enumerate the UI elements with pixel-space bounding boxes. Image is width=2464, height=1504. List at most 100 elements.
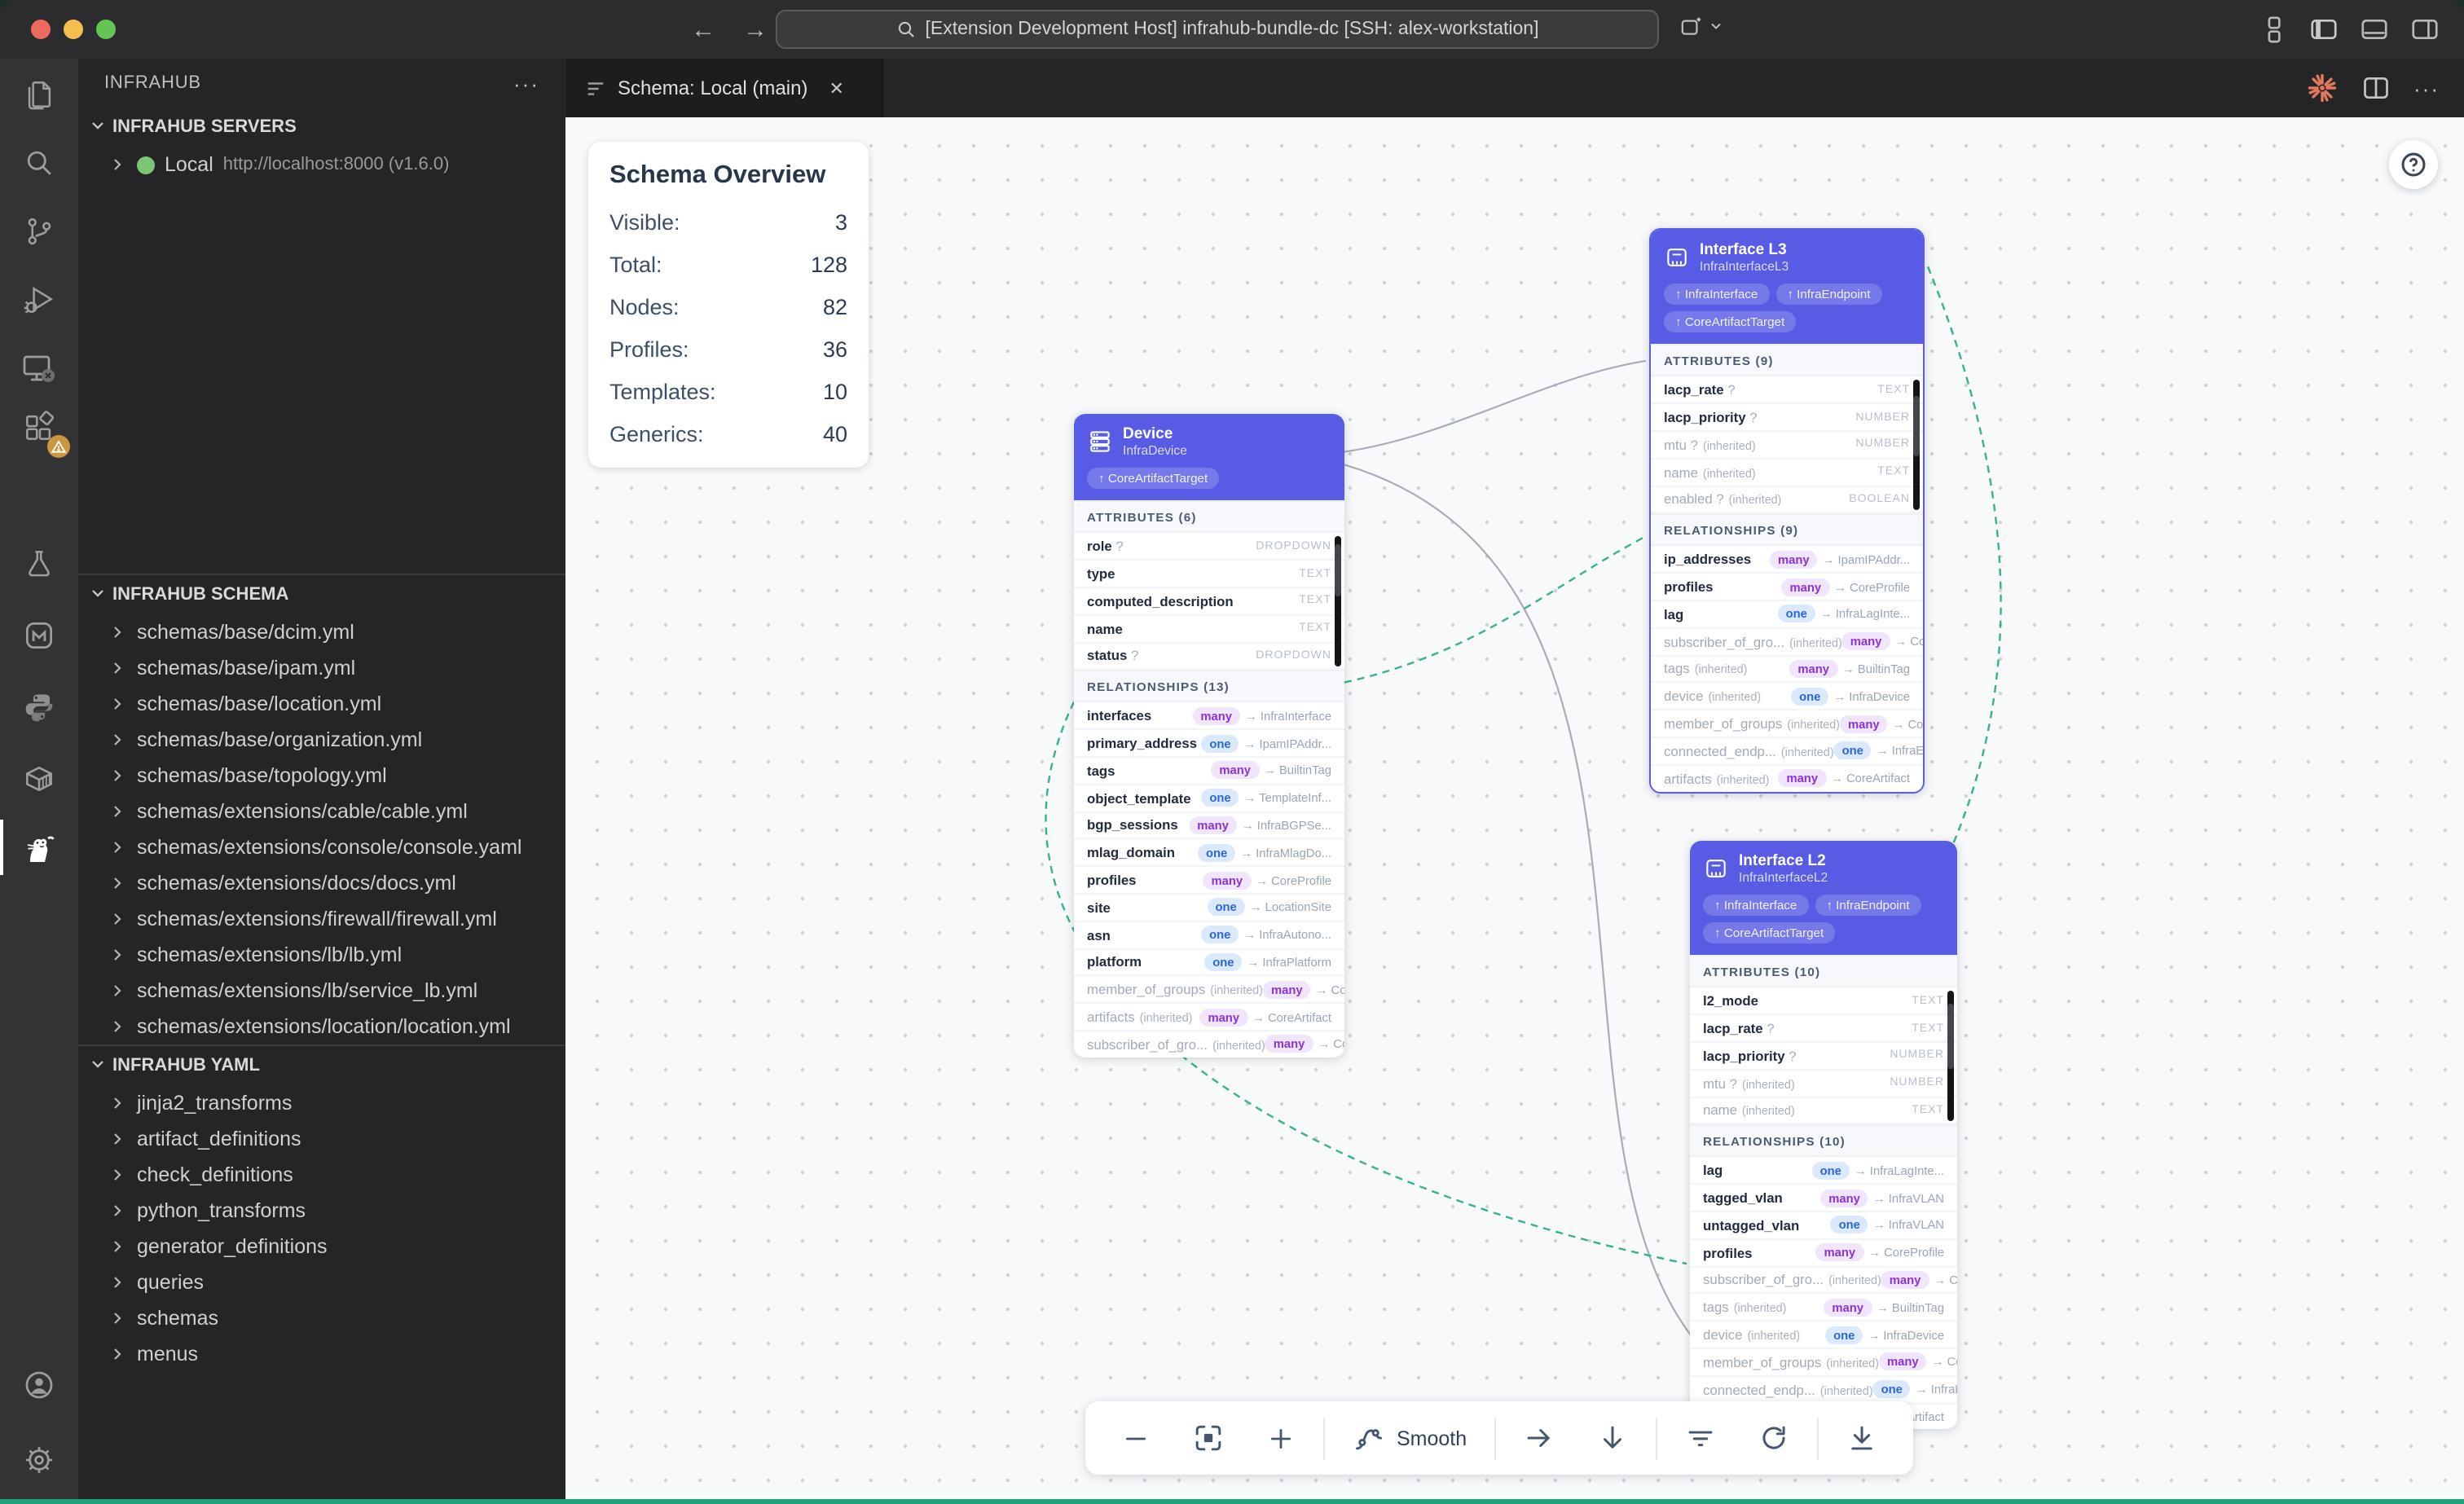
scrollbar-thumb[interactable] (1912, 396, 1920, 456)
attribute-row[interactable]: lacp_priority ?NUMBER (1651, 404, 1923, 432)
tree-item[interactable]: artifact_definitions (78, 1121, 565, 1157)
relationship-row[interactable]: member_of_groups(inherited)many→ CoreGro… (1651, 710, 1923, 738)
tree-item[interactable]: schemas/extensions/console/console.yaml (78, 829, 565, 865)
tree-item[interactable]: schemas/base/dcim.yml (78, 614, 565, 650)
tree-item[interactable]: schemas/base/topology.yml (78, 758, 565, 794)
relationship-row[interactable]: profilesmany→ CoreProfile (1074, 867, 1344, 895)
relationship-row[interactable]: profilesmany→ CoreProfile (1651, 574, 1923, 601)
sidebar-item-remote-explorer[interactable] (0, 336, 78, 401)
attribute-row[interactable]: typeTEXT (1074, 561, 1344, 588)
command-center[interactable]: [Extension Development Host] infrahub-bu… (776, 10, 1659, 49)
refresh-button[interactable] (1737, 1401, 1811, 1475)
relationship-row[interactable]: mlag_domainone→ InfraMlagDo... (1074, 840, 1344, 868)
tree-item[interactable]: schemas (78, 1300, 565, 1336)
relationship-row[interactable]: lagone→ InfraLagInte... (1651, 601, 1923, 629)
close-icon[interactable]: ✕ (829, 77, 843, 99)
node-card-interface-l2[interactable]: Interface L2InfraInterfaceL2↑ InfraInter… (1690, 841, 1957, 1430)
more-actions-icon[interactable]: ··· (2413, 76, 2440, 100)
tree-item[interactable]: menus (78, 1336, 565, 1372)
settings-button[interactable] (0, 1427, 78, 1493)
attribute-row[interactable]: name(inherited)TEXT (1690, 1097, 1957, 1125)
sidebar-item-explorer[interactable] (0, 62, 78, 127)
tree-item[interactable]: schemas/base/organization.yml (78, 722, 565, 758)
tree-item[interactable]: schemas/extensions/docs/docs.yml (78, 865, 565, 901)
relationship-row[interactable]: artifacts(inherited)many→ CoreArtifact (1651, 766, 1923, 792)
back-icon[interactable]: ← (691, 15, 715, 43)
minimize-window-button[interactable] (64, 20, 83, 39)
sidebar-item-extensions[interactable] (0, 394, 78, 460)
attribute-row[interactable]: lacp_rate ?TEXT (1690, 1015, 1957, 1043)
attribute-row[interactable]: nameTEXT (1074, 616, 1344, 644)
relationship-row[interactable]: tags(inherited)many→ BuiltinTag (1690, 1295, 1957, 1322)
zoom-window-button[interactable] (96, 20, 116, 39)
tab-schema-local[interactable]: Schema: Local (main) ✕ (565, 59, 883, 117)
tree-item[interactable]: generator_definitions (78, 1229, 565, 1264)
relationship-row[interactable]: profilesmany→ CoreProfile (1690, 1240, 1957, 1268)
help-button[interactable] (2389, 140, 2438, 189)
relationship-row[interactable]: connected_endp...(inherited)one→ InfraEn… (1651, 738, 1923, 766)
relationship-row[interactable]: platformone→ InfraPlatform (1074, 949, 1344, 977)
sidebar-item-containers[interactable] (0, 746, 78, 811)
tree-item[interactable]: queries (78, 1264, 565, 1300)
sidebar-item-search[interactable] (0, 130, 78, 196)
more-actions-icon[interactable]: ··· (513, 71, 539, 95)
node-card-device[interactable]: DeviceInfraDevice↑ CoreArtifactTargetATT… (1074, 414, 1344, 1057)
zoom-out-button[interactable] (1100, 1401, 1172, 1475)
layout-vertical-button[interactable] (1576, 1401, 1649, 1475)
schema-graph-canvas[interactable]: Schema Overview Visible:3Total:128Nodes:… (565, 117, 2464, 1499)
sidebar-item-python[interactable] (0, 675, 78, 740)
toggle-panel-icon[interactable] (2360, 16, 2389, 42)
relationship-row[interactable]: artifacts(inherited)many→ CoreArtifact (1074, 1004, 1344, 1031)
relationship-row[interactable]: device(inherited)one→ InfraDevice (1651, 684, 1923, 711)
relationship-row[interactable]: member_of_groups(inherited)many→ CoreGro… (1074, 977, 1344, 1005)
relationship-row[interactable]: bgp_sessionsmany→ InfraBGPSe... (1074, 812, 1344, 840)
relationship-row[interactable]: lagone→ InfraLagInte... (1690, 1158, 1957, 1185)
sidebar-item-run-debug[interactable] (0, 267, 78, 332)
attribute-row[interactable]: name(inherited)TEXT (1651, 460, 1923, 487)
toggle-secondary-sidebar-icon[interactable] (2410, 16, 2440, 42)
tree-item[interactable]: schemas/extensions/lb/lb.yml (78, 937, 565, 973)
attribute-row[interactable]: computed_descriptionTEXT (1074, 588, 1344, 616)
section-header[interactable]: INFRAHUB YAML (78, 1046, 565, 1085)
scrollbar-thumb[interactable] (1947, 1005, 1954, 1070)
relationship-row[interactable]: subscriber_of_gro...(inherited)many→ Cor… (1690, 1267, 1957, 1295)
sidebar-item-source-control[interactable] (0, 199, 78, 264)
tree-item[interactable]: schemas/extensions/location/location.yml (78, 1009, 565, 1044)
node-card-header[interactable]: Interface L3InfraInterfaceL3↑ InfraInter… (1651, 230, 1923, 345)
attribute-row[interactable]: status ?DROPDOWN (1074, 643, 1344, 671)
relationship-row[interactable]: ip_addressesmany→ IpamIPAddr... (1651, 547, 1923, 574)
filter-button[interactable] (1664, 1401, 1737, 1475)
sidebar-item-infrahub[interactable] (0, 815, 78, 880)
node-card-header[interactable]: DeviceInfraDevice↑ CoreArtifactTarget (1074, 414, 1344, 501)
attribute-row[interactable]: lacp_rate ?TEXT (1651, 377, 1923, 405)
forward-icon[interactable]: → (743, 15, 768, 43)
attribute-row[interactable]: mtu ?(inherited)NUMBER (1690, 1071, 1957, 1098)
relationship-row[interactable]: member_of_groups(inherited)many→ CoreGro… (1690, 1349, 1957, 1377)
tree-item[interactable]: python_transforms (78, 1193, 565, 1229)
relationship-row[interactable]: device(inherited)one→ InfraDevice (1690, 1321, 1957, 1349)
tree-item[interactable]: schemas/extensions/cable/cable.yml (78, 794, 565, 829)
tree-item[interactable]: jinja2_transforms (78, 1085, 565, 1121)
zoom-in-button[interactable] (1245, 1401, 1317, 1475)
attribute-row[interactable]: lacp_priority ?NUMBER (1690, 1043, 1957, 1071)
attributes-scrollbar[interactable] (1947, 992, 1954, 1122)
tree-item[interactable]: schemas/base/location.yml (78, 686, 565, 722)
toggle-primary-sidebar-icon[interactable] (2309, 16, 2339, 42)
relationship-row[interactable]: primary_addressone→ IpamIPAddr... (1074, 730, 1344, 758)
server-item[interactable]: Localhttp://localhost:8000 (v1.6.0) (78, 147, 565, 183)
section-header[interactable]: INFRAHUB SCHEMA (78, 575, 565, 614)
relationship-row[interactable]: tags(inherited)many→ BuiltinTag (1651, 656, 1923, 684)
node-card-header[interactable]: Interface L2InfraInterfaceL2↑ InfraInter… (1690, 841, 1957, 956)
split-editor-icon[interactable] (2361, 73, 2391, 103)
download-button[interactable] (1825, 1401, 1899, 1475)
attribute-row[interactable]: l2_modeTEXT (1690, 988, 1957, 1016)
account-button[interactable] (0, 1352, 78, 1418)
tree-item[interactable]: check_definitions (78, 1157, 565, 1193)
relationship-row[interactable]: tagsmany→ BuiltinTag (1074, 758, 1344, 785)
attribute-row[interactable]: role ?DROPDOWN (1074, 534, 1344, 561)
attributes-scrollbar[interactable] (1334, 537, 1341, 667)
scrollbar-thumb[interactable] (1334, 544, 1341, 596)
relationship-row[interactable]: interfacesmany→ InfraInterface (1074, 703, 1344, 731)
attributes-scrollbar[interactable] (1912, 380, 1920, 511)
tree-item[interactable]: schemas/extensions/lb/service_lb.yml (78, 973, 565, 1009)
